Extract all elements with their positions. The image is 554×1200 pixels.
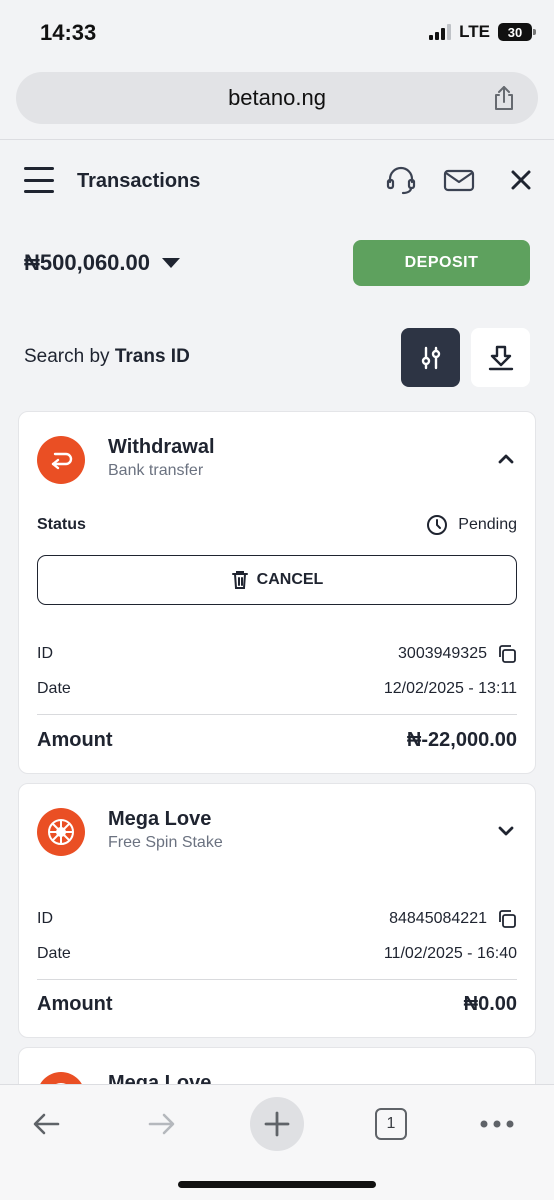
forward-button[interactable] (134, 1097, 188, 1151)
transaction-title: Mega Love (108, 808, 212, 830)
network-label: LTE (459, 22, 490, 41)
id-value: 3003949325 (398, 645, 487, 662)
amount-label: Amount (37, 993, 113, 1015)
caret-down-icon (162, 258, 180, 268)
home-indicator (178, 1181, 376, 1188)
close-icon[interactable] (504, 163, 538, 197)
browser-toolbar: 1 (0, 1084, 554, 1200)
chevron-up-icon[interactable] (495, 448, 517, 470)
copy-icon[interactable] (497, 644, 517, 664)
date-row: Date 12/02/2025 - 13:11 (37, 680, 517, 698)
status-time: 14:33 (40, 20, 97, 45)
chevron-down-icon[interactable] (495, 820, 517, 842)
transaction-subtitle: Bank transfer (108, 462, 204, 479)
share-icon[interactable] (490, 84, 518, 112)
id-value: 84845084221 (389, 910, 487, 927)
divider (37, 714, 517, 715)
url-text: betano.ng (228, 85, 326, 110)
mail-icon[interactable] (442, 163, 476, 197)
filter-button[interactable] (401, 328, 460, 387)
copy-icon[interactable] (497, 909, 517, 929)
transaction-subtitle: Free Spin Stake (108, 834, 223, 851)
transaction-title: Withdrawal (108, 436, 215, 458)
app-header: Transactions (0, 141, 554, 221)
more-button[interactable] (470, 1097, 524, 1151)
balance-amount: ₦500,060.00 (24, 250, 150, 275)
status-bar: 14:33 LTE 30 (0, 0, 554, 64)
trash-icon (231, 571, 248, 589)
download-button[interactable] (471, 328, 530, 387)
tabs-button[interactable]: 1 (364, 1097, 418, 1151)
signal-icon (429, 24, 452, 40)
plus-icon (264, 1111, 290, 1137)
clock-icon (427, 515, 448, 535)
search-field: Trans ID (114, 346, 190, 367)
download-icon (488, 345, 513, 370)
arrow-left-icon (33, 1113, 60, 1135)
id-row: ID 3003949325 (37, 644, 517, 664)
id-label: ID (37, 645, 53, 662)
return-arrow-icon (37, 436, 85, 484)
menu-icon[interactable] (24, 167, 54, 193)
transaction-card[interactable]: Withdrawal Bank transfer Status Pending … (18, 411, 536, 774)
date-row: Date 11/02/2025 - 16:40 (37, 945, 517, 963)
date-value: 12/02/2025 - 13:11 (383, 680, 517, 697)
transaction-card[interactable]: Mega Love Free Spin Stake ID 84845084221… (18, 783, 536, 1038)
date-label: Date (37, 945, 71, 962)
status-badge: Pending (426, 514, 517, 536)
amount-row: Amount ₦0.00 (37, 993, 517, 1016)
status-value: Pending (458, 516, 517, 533)
sliders-icon (421, 346, 440, 369)
balance-dropdown[interactable]: ₦500,060.00 (24, 250, 180, 276)
arrow-right-icon (148, 1113, 175, 1135)
search-prefix: Search by (24, 346, 115, 367)
search-by-label[interactable]: Search by Trans ID (24, 346, 190, 368)
cancel-button[interactable]: CANCEL (37, 555, 517, 605)
more-dots-icon (480, 1120, 514, 1128)
id-row: ID 84845084221 (37, 909, 517, 929)
page-title: Transactions (77, 170, 201, 192)
back-button[interactable] (20, 1097, 74, 1151)
address-bar[interactable]: betano.ng (16, 72, 538, 124)
deposit-button[interactable]: DEPOSIT (353, 240, 530, 286)
new-tab-button[interactable] (250, 1097, 304, 1151)
date-label: Date (37, 680, 71, 697)
date-value: 11/02/2025 - 16:40 (383, 945, 517, 962)
amount-label: Amount (37, 729, 113, 751)
status-indicators: LTE 30 (429, 22, 536, 42)
amount-row: Amount ₦-22,000.00 (37, 729, 517, 752)
tab-count: 1 (375, 1108, 407, 1140)
casino-wheel-icon (37, 808, 85, 856)
amount-value: ₦-22,000.00 (406, 729, 517, 751)
headset-icon[interactable] (384, 163, 418, 197)
browser-bar: betano.ng (0, 64, 554, 140)
amount-value: ₦0.00 (463, 993, 517, 1015)
status-row: Status Pending (37, 514, 517, 536)
id-label: ID (37, 910, 53, 927)
battery-icon: 30 (498, 23, 536, 41)
status-label: Status (37, 516, 86, 533)
divider (37, 979, 517, 980)
cancel-label: CANCEL (256, 571, 324, 588)
